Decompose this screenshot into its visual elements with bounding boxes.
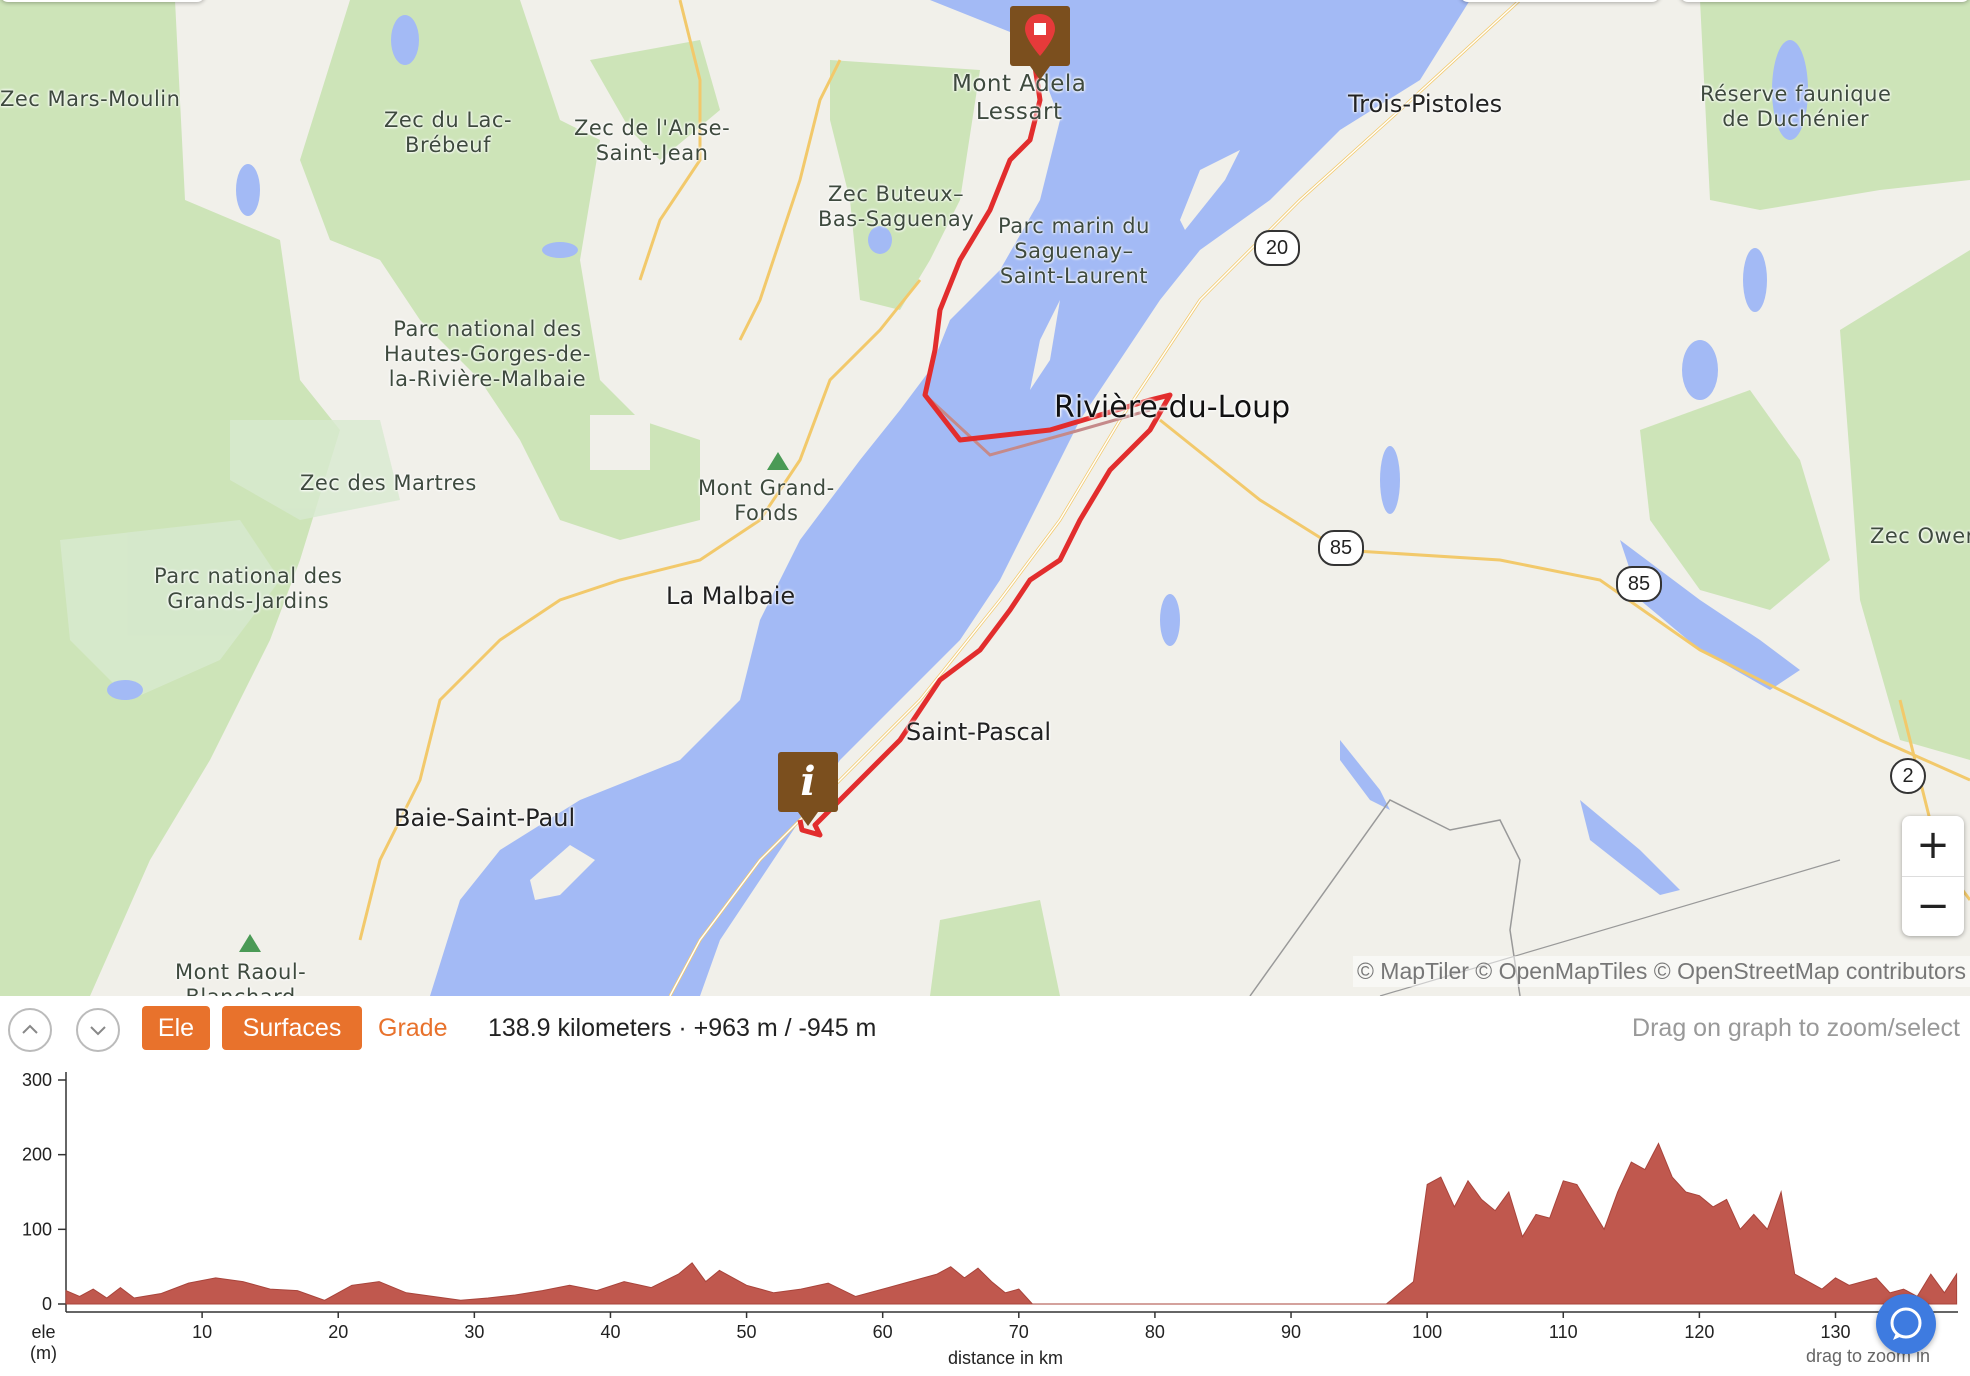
y-axis-label: ele (m): [30, 1322, 57, 1364]
x-tick-label: 110: [1549, 1322, 1578, 1342]
map-attribution[interactable]: © MapTiler © OpenMapTiles © OpenStreetMa…: [1352, 956, 1970, 987]
x-tick-label: 60: [873, 1322, 893, 1342]
graph-hint: Drag on graph to zoom/select: [1632, 1014, 1960, 1042]
map-label-line: Mont Raoul-: [175, 960, 307, 984]
grade-button[interactable]: Grade: [378, 1006, 447, 1050]
map-label-line: Zec du Lac-: [384, 108, 513, 132]
map-label-line: Mont Grand-: [698, 476, 835, 500]
route-stats: 138.9 kilometers · +963 m / -945 m: [488, 1014, 877, 1042]
map-label-line: Saint-Jean: [595, 141, 709, 165]
map-label: Zec Owen: [1870, 524, 1970, 548]
y-axis-label-line: ele: [31, 1322, 56, 1342]
map-label-line: Parc national des: [393, 317, 582, 341]
x-tick-label: 90: [1281, 1322, 1301, 1342]
elevation-chart[interactable]: 0 100 200 300 10 20 30 40 50 60 70 80 90 100 110 120 130: [0, 1056, 1970, 1376]
map-label: Zec Buteux– Bas-Saguenay: [818, 182, 974, 232]
map-pin-icon: [1025, 14, 1055, 56]
zoom-in-button[interactable]: +: [1902, 816, 1964, 877]
map-label-line: Mont Adela: [952, 71, 1087, 97]
town-label: La Malbaie: [666, 582, 796, 610]
map-label-line: de Duchénier: [1722, 107, 1870, 131]
map-label: Réserve faunique de Duchénier: [1700, 82, 1891, 132]
zoom-out-button[interactable]: −: [1902, 877, 1964, 937]
x-tick-label: 10: [192, 1322, 212, 1342]
map-label-line: Saguenay–: [1014, 239, 1134, 263]
map-label: Mont Adela Lessart: [952, 70, 1086, 126]
x-tick-label: 20: [328, 1322, 348, 1342]
map-top-button[interactable]: [0, 0, 205, 2]
route-shield: 20: [1254, 230, 1300, 266]
x-axis-label: distance in km: [948, 1348, 1064, 1368]
map-label-line: Bas-Saguenay: [818, 207, 975, 231]
x-tick-label: 80: [1145, 1322, 1165, 1342]
chevron-up-icon: [22, 1024, 38, 1034]
map-label: Parc marin du Saguenay– Saint-Laurent: [998, 214, 1150, 289]
y-tick-label: 300: [22, 1070, 52, 1090]
x-tick-label: 50: [737, 1322, 757, 1342]
map-label-line: Brébeuf: [405, 133, 491, 157]
map-label: Mont Grand- Fonds: [698, 476, 835, 526]
chat-button[interactable]: [1876, 1294, 1936, 1354]
collapse-down-button[interactable]: [76, 1008, 120, 1052]
map-label-line: Fonds: [734, 501, 799, 525]
ele-button[interactable]: Ele: [142, 1006, 210, 1050]
x-tick-label: 70: [1009, 1322, 1029, 1342]
route-shield: 2: [1890, 758, 1926, 794]
y-axis-label-line: (m): [30, 1343, 57, 1363]
map-label-line: Parc marin du: [998, 214, 1150, 238]
map-label: Zec du Lac- Brébeuf: [384, 108, 512, 158]
map-label: Zec Mars-Moulin: [0, 87, 181, 111]
map-label-line: la-Rivière-Malbaie: [388, 367, 587, 391]
map-top-button[interactable]: [1680, 0, 1970, 2]
city-label: Rivière-du-Loup: [1054, 390, 1291, 425]
x-tick-label: 100: [1412, 1322, 1442, 1342]
surfaces-button[interactable]: Surfaces: [222, 1006, 362, 1050]
x-tick-label: 120: [1684, 1322, 1714, 1342]
town-label: Baie-Saint-Paul: [394, 804, 576, 832]
map-label-line: Zec de l'Anse-: [574, 116, 731, 140]
map-label-line: Lessart: [975, 99, 1063, 125]
y-tick-label: 0: [42, 1294, 52, 1314]
town-label: Saint-Pascal: [906, 718, 1052, 746]
town-label: Trois-Pistoles: [1348, 90, 1503, 118]
map-label: Mont Raoul- Blanchard: [175, 960, 306, 996]
zoom-control: + −: [1902, 816, 1964, 936]
map-label-line: Réserve faunique: [1700, 82, 1892, 106]
map-label-line: Grands-Jardins: [167, 589, 330, 613]
y-tick-label: 200: [22, 1145, 52, 1165]
info-icon: i: [800, 758, 816, 805]
x-tick-label: 40: [600, 1322, 620, 1342]
map-top-button[interactable]: [1460, 0, 1660, 2]
y-tick-label: 100: [22, 1219, 52, 1239]
chevron-down-icon: [90, 1026, 106, 1036]
map-label-line: Zec Buteux–: [828, 182, 965, 206]
route-shield: 85: [1318, 530, 1364, 566]
info-marker[interactable]: i: [778, 752, 838, 826]
end-marker[interactable]: [1010, 6, 1070, 80]
map-label: Zec de l'Anse- Saint-Jean: [574, 116, 730, 166]
map-label: Parc national des Hautes-Gorges-de- la-R…: [384, 317, 591, 392]
x-tick-label: 130: [1820, 1322, 1850, 1342]
elevation-area: [65, 1142, 1958, 1305]
map-base: [0, 0, 1970, 996]
map-label-line: Parc national des: [154, 564, 343, 588]
map-label: Parc national des Grands-Jardins: [154, 564, 342, 614]
route-shield: 85: [1616, 566, 1662, 602]
map-label: Zec des Martres: [300, 471, 477, 495]
map-label-line: Saint-Laurent: [999, 264, 1149, 288]
map-view[interactable]: Zec Mars-Moulin Zec du Lac- Brébeuf Zec …: [0, 0, 1970, 996]
chat-bubble-icon: [1890, 1307, 1922, 1340]
x-tick-label: 30: [464, 1322, 484, 1342]
map-label-line: Hautes-Gorges-de-: [384, 342, 591, 366]
map-label-line: Blanchard: [175, 985, 306, 996]
expand-up-button[interactable]: [8, 1008, 52, 1052]
